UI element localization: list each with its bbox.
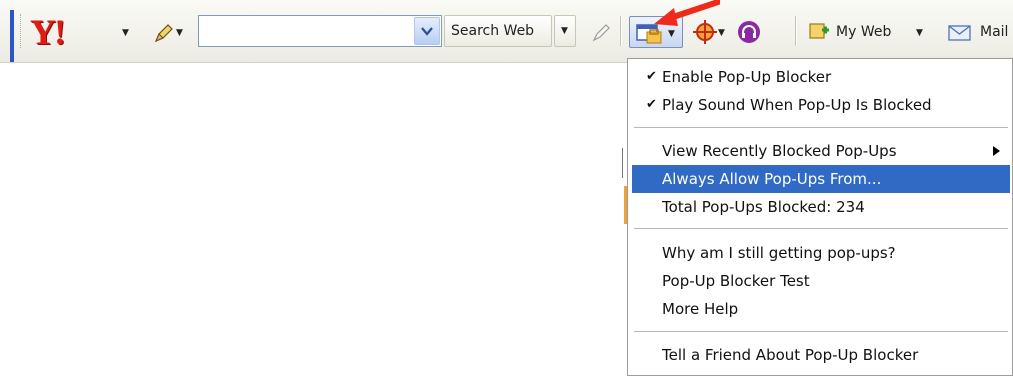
toolbar-separator [795, 16, 797, 46]
chevron-down-icon [421, 27, 433, 36]
chevron-down-icon[interactable]: ▼ [916, 28, 923, 38]
menu-item-tell-a-friend[interactable]: Tell a Friend About Pop-Up Blocker [632, 341, 1010, 369]
search-web-button[interactable]: Search Web [444, 15, 552, 47]
my-web-icon [809, 23, 829, 39]
search-history-dropdown[interactable] [414, 17, 440, 45]
yahoo-logo-button[interactable]: Y! [30, 12, 66, 52]
menu-item-always-allow[interactable]: Always Allow Pop-Ups From... [632, 165, 1010, 193]
menu-item-total-blocked: Total Pop-Ups Blocked: 234 [662, 198, 865, 216]
check-icon: ✔ [646, 97, 657, 112]
menu-item-why-popups[interactable]: Why am I still getting pop-ups? [632, 239, 1010, 267]
page-cursor-line [622, 148, 623, 178]
chevron-down-icon[interactable]: ▼ [122, 28, 129, 38]
menu-separator [634, 127, 1008, 128]
chevron-down-icon: ▼ [561, 26, 568, 36]
chevron-down-icon[interactable]: ▼ [176, 28, 183, 38]
mail-label: Mail [980, 24, 1009, 40]
highlighter-icon[interactable] [590, 22, 612, 44]
menu-item-more-help[interactable]: More Help [632, 295, 1010, 323]
toolbar-grip[interactable] [20, 14, 24, 48]
search-web-dropdown[interactable]: ▼ [554, 15, 576, 47]
toolbar-separator [620, 16, 622, 46]
pencil-icon[interactable] [153, 22, 175, 44]
popup-blocker-menu: ✔ Enable Pop-Up Blocker ✔ Play Sound Whe… [627, 58, 1013, 376]
menu-item-play-sound[interactable]: ✔ Play Sound When Pop-Up Is Blocked [632, 91, 1010, 119]
my-web-label: My Web [836, 24, 892, 40]
search-input[interactable] [199, 16, 413, 46]
menu-item-popup-test[interactable]: Pop-Up Blocker Test [632, 267, 1010, 295]
yahoo-toolbar: Y! ▼ ▼ Search Web ▼ ▼ ▼ My Web ▼ Mail [0, 0, 1013, 63]
toolbar-accent-strip [10, 10, 14, 62]
annotation-arrow-icon [654, 0, 720, 26]
submenu-arrow-icon [993, 146, 1000, 156]
menu-item-view-recently-blocked[interactable]: View Recently Blocked Pop-Ups [632, 137, 1010, 165]
headphones-icon[interactable] [737, 20, 761, 44]
chevron-down-icon: ▼ [668, 29, 675, 39]
menu-item-enable-popup-blocker[interactable]: ✔ Enable Pop-Up Blocker [632, 63, 1010, 91]
menu-separator [634, 228, 1008, 229]
mail-icon [948, 25, 971, 41]
search-combo[interactable] [198, 15, 442, 47]
check-icon: ✔ [646, 69, 657, 84]
menu-separator [634, 331, 1008, 332]
